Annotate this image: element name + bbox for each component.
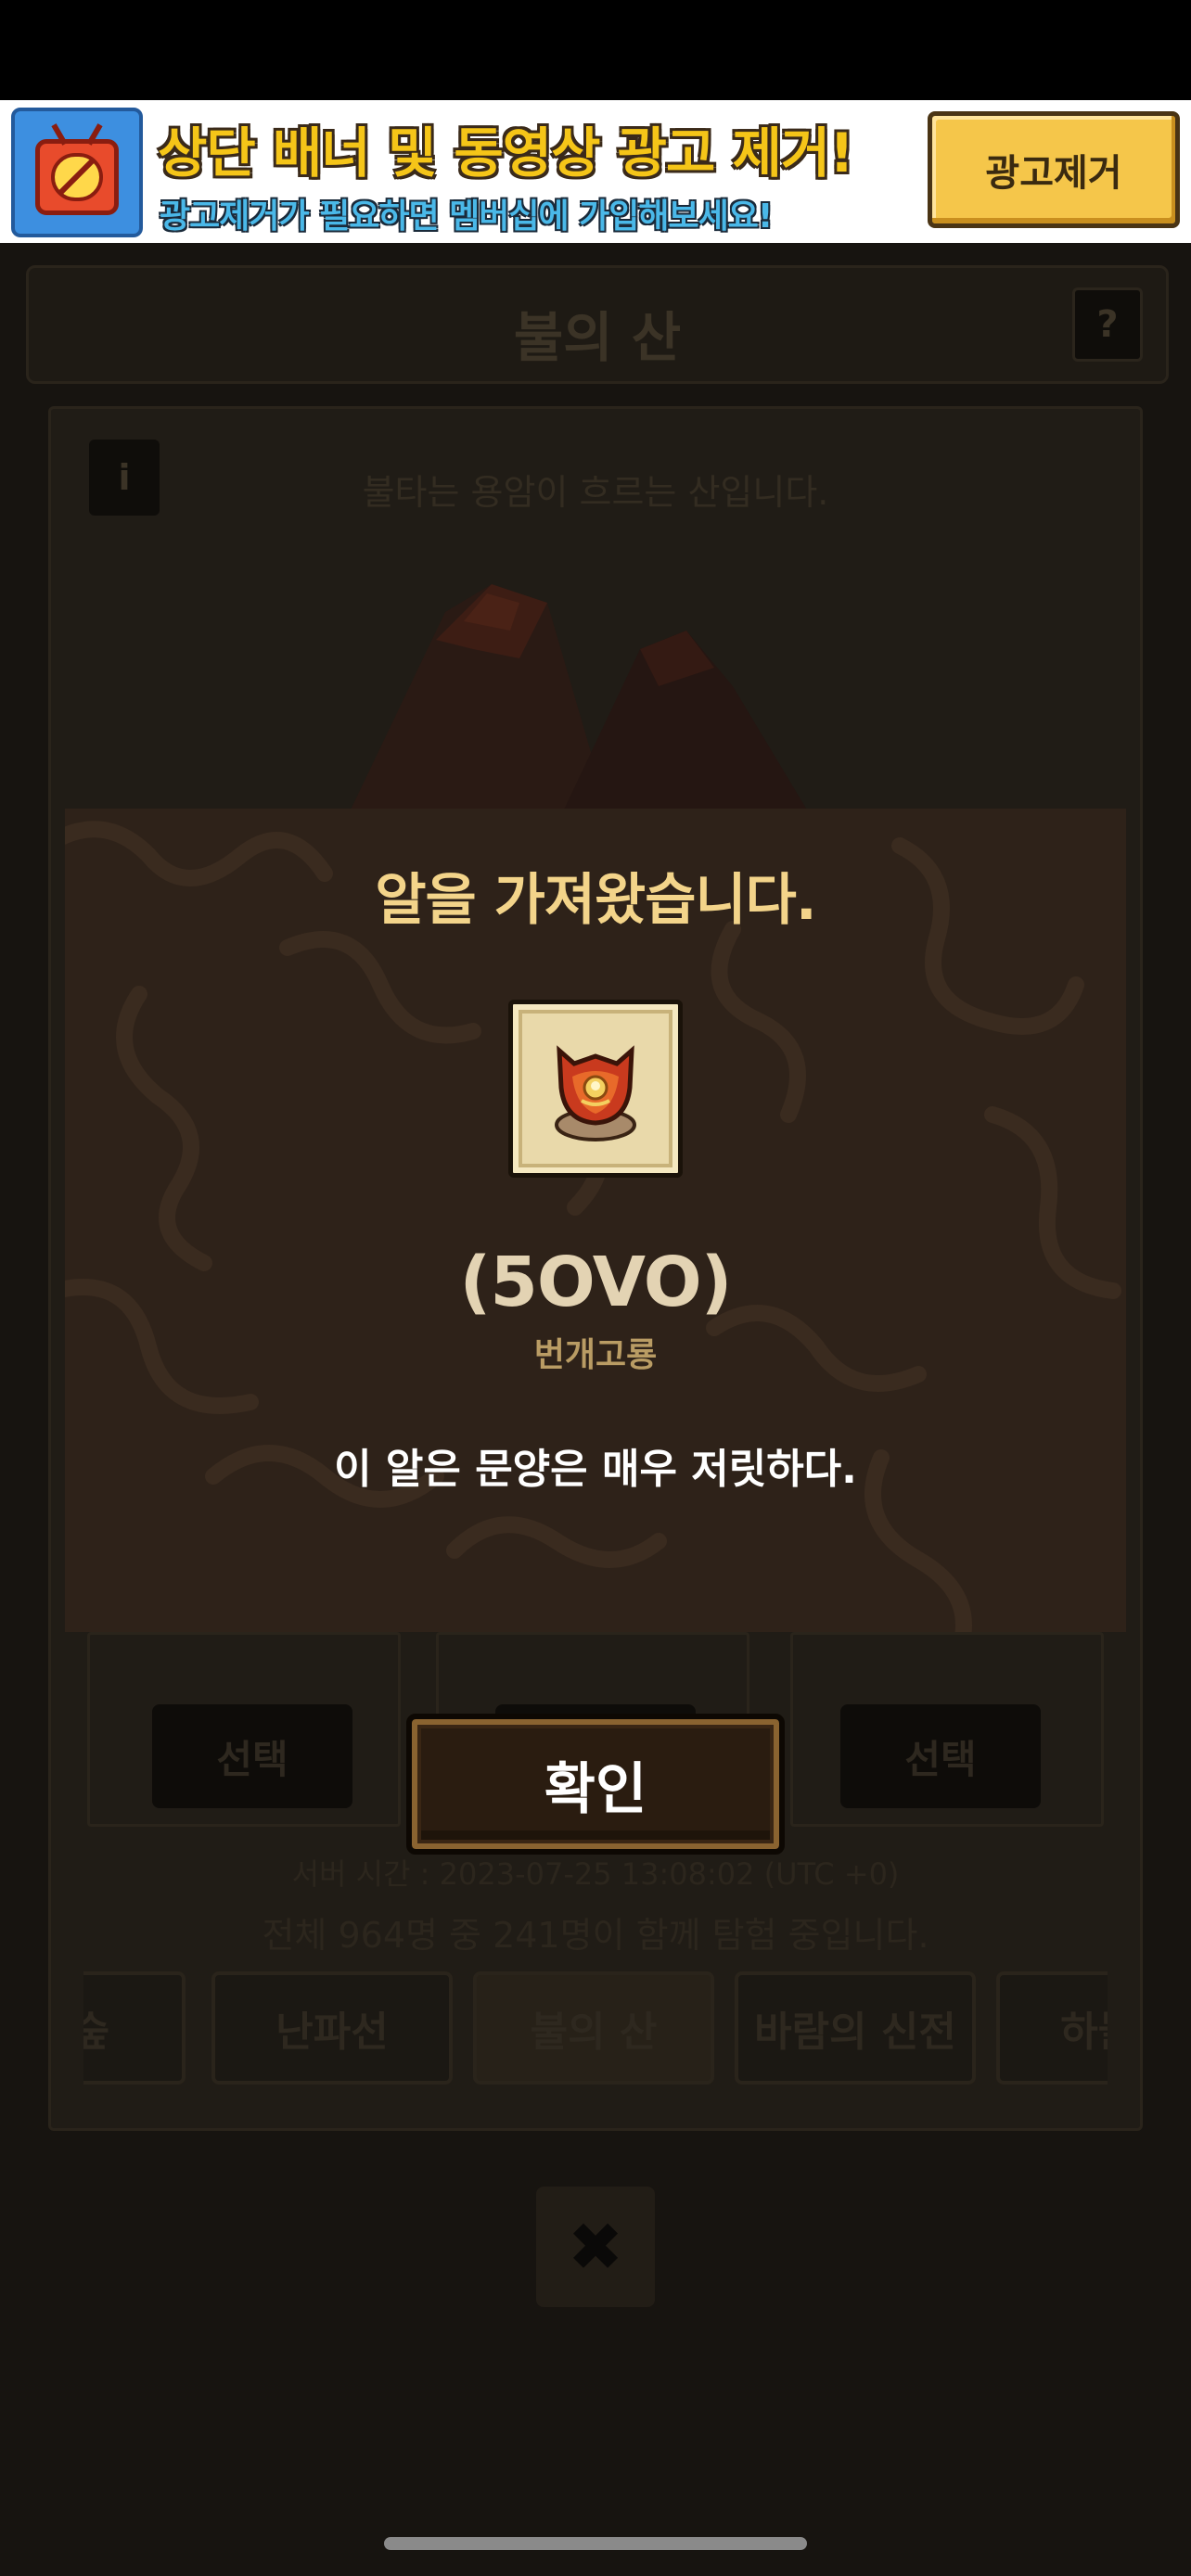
home-indicator[interactable] <box>384 2537 807 2550</box>
ad-subtitle: 광고제거가 필요하면 멤버십에 가입해보세요! <box>160 198 773 236</box>
ad-title: 상단 배너 및 동영상 광고 제거! <box>158 121 854 185</box>
participants-count: 전체 964명 중 241명이 함께 탐험 중입니다. <box>262 1915 929 1956</box>
tab-shipwreck[interactable]: 난파선 <box>211 1971 453 2085</box>
location-tabs[interactable]: 리 숲 난파선 불의 산 바람의 신전 하늘섬 <box>83 1971 1108 2092</box>
dragon-egg-icon <box>555 1045 636 1141</box>
remove-ads-button[interactable]: 광고제거 <box>928 111 1180 228</box>
egg-card <box>508 1000 683 1178</box>
help-button[interactable]: ? <box>1072 287 1143 362</box>
select-button-left[interactable]: 선택 <box>152 1704 352 1808</box>
server-time: 서버 시간 : 2023-07-25 13:08:02 (UTC +0) <box>291 1856 900 1892</box>
status-bar <box>0 0 1191 100</box>
volcano-illustration <box>343 584 816 825</box>
no-ads-tv-icon <box>11 108 143 237</box>
tab-wind-temple[interactable]: 바람의 신전 <box>735 1971 976 2085</box>
remove-ads-label: 광고제거 <box>985 152 1122 195</box>
close-button[interactable]: ✖ <box>536 2187 655 2307</box>
egg-result-modal: 알을 가져왔습니다. (5OVO) 번개고룡 이 알은 문양은 매우 저릿하다. <box>65 809 1126 1632</box>
ad-banner[interactable]: 상단 배너 및 동영상 광고 제거! 광고제거가 필요하면 멤버십에 가입해보세… <box>0 100 1191 243</box>
header-bar: 불의 산 <box>26 265 1169 384</box>
tab-forest[interactable]: 리 숲 <box>83 1971 186 2085</box>
egg-description: 이 알은 문양은 매우 저릿하다. <box>334 1446 857 1493</box>
page-title: 불의 산 <box>513 306 682 369</box>
confirm-label: 확인 <box>544 1756 647 1822</box>
tab-sky-island[interactable]: 하늘섬 <box>996 1971 1108 2085</box>
confirm-button[interactable]: 확인 <box>406 1714 785 1855</box>
egg-name: 번개고룡 <box>533 1336 658 1374</box>
egg-code: (5OVO) <box>459 1243 733 1322</box>
location-description: 불타는 용암이 흐르는 산입니다. <box>362 472 829 513</box>
tab-fire-mountain[interactable]: 불의 산 <box>473 1971 714 2085</box>
select-button-right[interactable]: 선택 <box>840 1704 1041 1808</box>
modal-title: 알을 가져왔습니다. <box>375 868 816 933</box>
